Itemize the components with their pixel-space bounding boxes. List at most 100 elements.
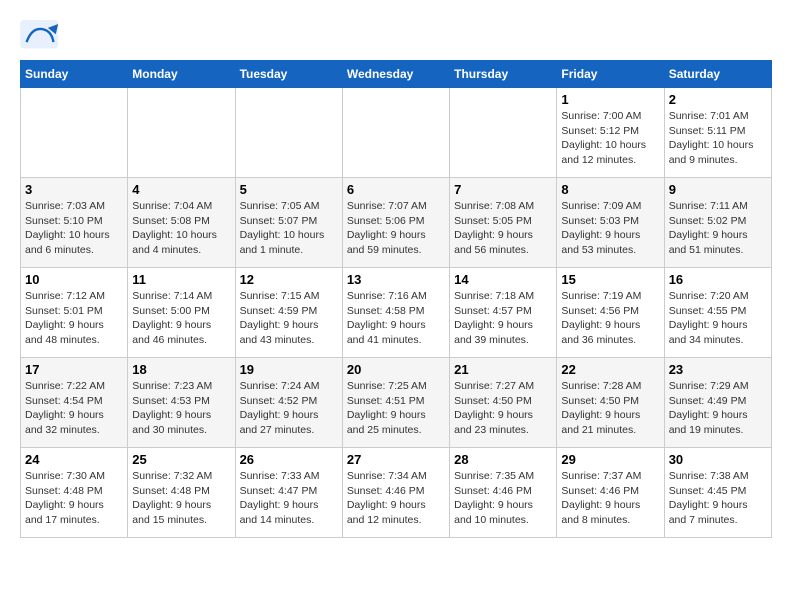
calendar-cell: 6 Sunrise: 7:07 AM Sunset: 5:06 PM Daylig… — [342, 178, 449, 268]
header-day-sunday: Sunday — [21, 61, 128, 88]
day-number: 9 — [669, 182, 767, 197]
day-info: Sunrise: 7:23 AM Sunset: 4:53 PM Dayligh… — [132, 379, 230, 438]
calendar-cell: 5 Sunrise: 7:05 AM Sunset: 5:07 PM Daylig… — [235, 178, 342, 268]
calendar-cell: 26 Sunrise: 7:33 AM Sunset: 4:47 PM Dayli… — [235, 448, 342, 538]
day-info: Sunrise: 7:37 AM Sunset: 4:46 PM Dayligh… — [561, 469, 659, 528]
calendar-cell: 17 Sunrise: 7:22 AM Sunset: 4:54 PM Dayli… — [21, 358, 128, 448]
day-info: Sunrise: 7:01 AM Sunset: 5:11 PM Dayligh… — [669, 109, 767, 168]
calendar-cell: 13 Sunrise: 7:16 AM Sunset: 4:58 PM Dayli… — [342, 268, 449, 358]
header-day-saturday: Saturday — [664, 61, 771, 88]
calendar-cell: 12Sunrise: 7:15 AM Sunset: 4:59 PM Dayli… — [235, 268, 342, 358]
day-number: 3 — [25, 182, 123, 197]
calendar-cell — [128, 88, 235, 178]
day-number: 22 — [561, 362, 659, 377]
day-info: Sunrise: 7:19 AM Sunset: 4:56 PM Dayligh… — [561, 289, 659, 348]
day-number: 4 — [132, 182, 230, 197]
calendar-cell: 9 Sunrise: 7:11 AM Sunset: 5:02 PM Daylig… — [664, 178, 771, 268]
calendar-week-row: 3 Sunrise: 7:03 AM Sunset: 5:10 PM Daylig… — [21, 178, 772, 268]
day-number: 21 — [454, 362, 552, 377]
day-number: 20 — [347, 362, 445, 377]
day-info: Sunrise: 7:15 AM Sunset: 4:59 PM Dayligh… — [240, 289, 338, 348]
day-info: Sunrise: 7:09 AM Sunset: 5:03 PM Dayligh… — [561, 199, 659, 258]
calendar-cell: 28 Sunrise: 7:35 AM Sunset: 4:46 PM Dayli… — [450, 448, 557, 538]
calendar-cell: 30 Sunrise: 7:38 AM Sunset: 4:45 PM Dayli… — [664, 448, 771, 538]
day-info: Sunrise: 7:22 AM Sunset: 4:54 PM Dayligh… — [25, 379, 123, 438]
day-number: 11 — [132, 272, 230, 287]
header-day-wednesday: Wednesday — [342, 61, 449, 88]
calendar-week-row: 1 Sunrise: 7:00 AM Sunset: 5:12 PM Daylig… — [21, 88, 772, 178]
day-info: Sunrise: 7:08 AM Sunset: 5:05 PM Dayligh… — [454, 199, 552, 258]
calendar-cell: 11 Sunrise: 7:14 AM Sunset: 5:00 PM Dayli… — [128, 268, 235, 358]
day-number: 26 — [240, 452, 338, 467]
day-info: Sunrise: 7:03 AM Sunset: 5:10 PM Dayligh… — [25, 199, 123, 258]
day-number: 27 — [347, 452, 445, 467]
calendar-cell: 3 Sunrise: 7:03 AM Sunset: 5:10 PM Daylig… — [21, 178, 128, 268]
header-day-tuesday: Tuesday — [235, 61, 342, 88]
day-number: 30 — [669, 452, 767, 467]
calendar-cell: 2Sunrise: 7:01 AM Sunset: 5:11 PM Daylig… — [664, 88, 771, 178]
day-number: 7 — [454, 182, 552, 197]
calendar-cell: 25 Sunrise: 7:32 AM Sunset: 4:48 PM Dayli… — [128, 448, 235, 538]
day-number: 15 — [561, 272, 659, 287]
day-number: 24 — [25, 452, 123, 467]
logo-icon — [20, 20, 60, 50]
header-day-thursday: Thursday — [450, 61, 557, 88]
calendar-cell: 8 Sunrise: 7:09 AM Sunset: 5:03 PM Daylig… — [557, 178, 664, 268]
day-number: 13 — [347, 272, 445, 287]
calendar-week-row: 24 Sunrise: 7:30 AM Sunset: 4:48 PM Dayli… — [21, 448, 772, 538]
day-number: 19 — [240, 362, 338, 377]
day-number: 18 — [132, 362, 230, 377]
day-info: Sunrise: 7:27 AM Sunset: 4:50 PM Dayligh… — [454, 379, 552, 438]
day-info: Sunrise: 7:25 AM Sunset: 4:51 PM Dayligh… — [347, 379, 445, 438]
day-info: Sunrise: 7:05 AM Sunset: 5:07 PM Dayligh… — [240, 199, 338, 258]
day-number: 8 — [561, 182, 659, 197]
day-number: 1 — [561, 92, 659, 107]
calendar-cell: 27 Sunrise: 7:34 AM Sunset: 4:46 PM Dayli… — [342, 448, 449, 538]
day-info: Sunrise: 7:32 AM Sunset: 4:48 PM Dayligh… — [132, 469, 230, 528]
day-info: Sunrise: 7:16 AM Sunset: 4:58 PM Dayligh… — [347, 289, 445, 348]
day-number: 14 — [454, 272, 552, 287]
day-info: Sunrise: 7:28 AM Sunset: 4:50 PM Dayligh… — [561, 379, 659, 438]
day-info: Sunrise: 7:00 AM Sunset: 5:12 PM Dayligh… — [561, 109, 659, 168]
day-info: Sunrise: 7:14 AM Sunset: 5:00 PM Dayligh… — [132, 289, 230, 348]
calendar-cell: 24 Sunrise: 7:30 AM Sunset: 4:48 PM Dayli… — [21, 448, 128, 538]
day-number: 10 — [25, 272, 123, 287]
calendar-cell: 1 Sunrise: 7:00 AM Sunset: 5:12 PM Daylig… — [557, 88, 664, 178]
day-number: 25 — [132, 452, 230, 467]
day-number: 6 — [347, 182, 445, 197]
calendar-cell: 19Sunrise: 7:24 AM Sunset: 4:52 PM Dayli… — [235, 358, 342, 448]
day-info: Sunrise: 7:30 AM Sunset: 4:48 PM Dayligh… — [25, 469, 123, 528]
day-info: Sunrise: 7:29 AM Sunset: 4:49 PM Dayligh… — [669, 379, 767, 438]
header-day-friday: Friday — [557, 61, 664, 88]
calendar-cell: 22 Sunrise: 7:28 AM Sunset: 4:50 PM Dayli… — [557, 358, 664, 448]
calendar-cell — [235, 88, 342, 178]
calendar-cell — [342, 88, 449, 178]
calendar-cell: 23Sunrise: 7:29 AM Sunset: 4:49 PM Dayli… — [664, 358, 771, 448]
logo — [20, 20, 62, 50]
calendar-cell: 14 Sunrise: 7:18 AM Sunset: 4:57 PM Dayli… — [450, 268, 557, 358]
day-info: Sunrise: 7:35 AM Sunset: 4:46 PM Dayligh… — [454, 469, 552, 528]
day-number: 28 — [454, 452, 552, 467]
day-info: Sunrise: 7:07 AM Sunset: 5:06 PM Dayligh… — [347, 199, 445, 258]
day-number: 17 — [25, 362, 123, 377]
day-info: Sunrise: 7:18 AM Sunset: 4:57 PM Dayligh… — [454, 289, 552, 348]
day-info: Sunrise: 7:12 AM Sunset: 5:01 PM Dayligh… — [25, 289, 123, 348]
calendar-cell: 4Sunrise: 7:04 AM Sunset: 5:08 PM Daylig… — [128, 178, 235, 268]
calendar-cell: 18 Sunrise: 7:23 AM Sunset: 4:53 PM Dayli… — [128, 358, 235, 448]
day-number: 5 — [240, 182, 338, 197]
day-info: Sunrise: 7:11 AM Sunset: 5:02 PM Dayligh… — [669, 199, 767, 258]
calendar-cell: 15 Sunrise: 7:19 AM Sunset: 4:56 PM Dayli… — [557, 268, 664, 358]
day-info: Sunrise: 7:34 AM Sunset: 4:46 PM Dayligh… — [347, 469, 445, 528]
day-info: Sunrise: 7:20 AM Sunset: 4:55 PM Dayligh… — [669, 289, 767, 348]
calendar-cell — [450, 88, 557, 178]
calendar-cell: 10 Sunrise: 7:12 AM Sunset: 5:01 PM Dayli… — [21, 268, 128, 358]
calendar-cell — [21, 88, 128, 178]
calendar-cell: 21 Sunrise: 7:27 AM Sunset: 4:50 PM Dayli… — [450, 358, 557, 448]
calendar-week-row: 10 Sunrise: 7:12 AM Sunset: 5:01 PM Dayli… — [21, 268, 772, 358]
day-info: Sunrise: 7:38 AM Sunset: 4:45 PM Dayligh… — [669, 469, 767, 528]
day-number: 16 — [669, 272, 767, 287]
day-info: Sunrise: 7:33 AM Sunset: 4:47 PM Dayligh… — [240, 469, 338, 528]
calendar-week-row: 17 Sunrise: 7:22 AM Sunset: 4:54 PM Dayli… — [21, 358, 772, 448]
calendar-cell: 29Sunrise: 7:37 AM Sunset: 4:46 PM Dayli… — [557, 448, 664, 538]
page-header — [20, 20, 772, 50]
